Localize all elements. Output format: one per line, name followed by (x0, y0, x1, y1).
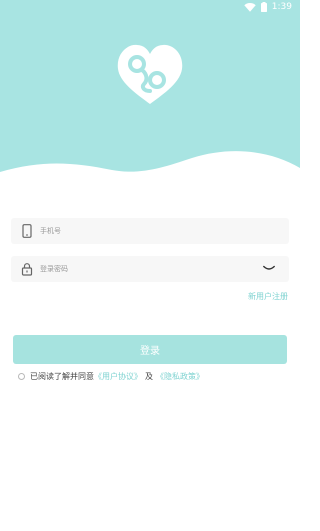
lock-icon (21, 263, 33, 276)
phone-field (11, 218, 289, 244)
app-logo (117, 44, 183, 104)
user-agreement-link[interactable]: 《用户协议》 (94, 371, 142, 382)
phone-input[interactable] (40, 223, 240, 239)
phone-icon (22, 224, 32, 238)
password-input[interactable] (40, 261, 240, 277)
status-bar: 1:39 (0, 0, 300, 16)
login-button[interactable]: 登录 (13, 335, 287, 364)
wifi-icon (244, 3, 256, 12)
login-screen: 1:39 新用户注册 登录 已阅读了解并同意 《用户协议》 及 《隐私政策》 (0, 0, 300, 531)
eye-closed-icon[interactable] (263, 265, 275, 272)
agreement-row: 已阅读了解并同意 《用户协议》 及 《隐私政策》 (18, 371, 204, 382)
status-time: 1:39 (271, 2, 292, 12)
register-link[interactable]: 新用户注册 (248, 291, 288, 302)
battery-icon (260, 2, 267, 12)
privacy-policy-link[interactable]: 《隐私政策》 (156, 371, 204, 382)
agreement-text: 已阅读了解并同意 (30, 372, 94, 381)
password-field (11, 256, 289, 282)
agreement-conjunction: 及 (145, 372, 153, 381)
agree-checkbox[interactable] (18, 373, 25, 380)
